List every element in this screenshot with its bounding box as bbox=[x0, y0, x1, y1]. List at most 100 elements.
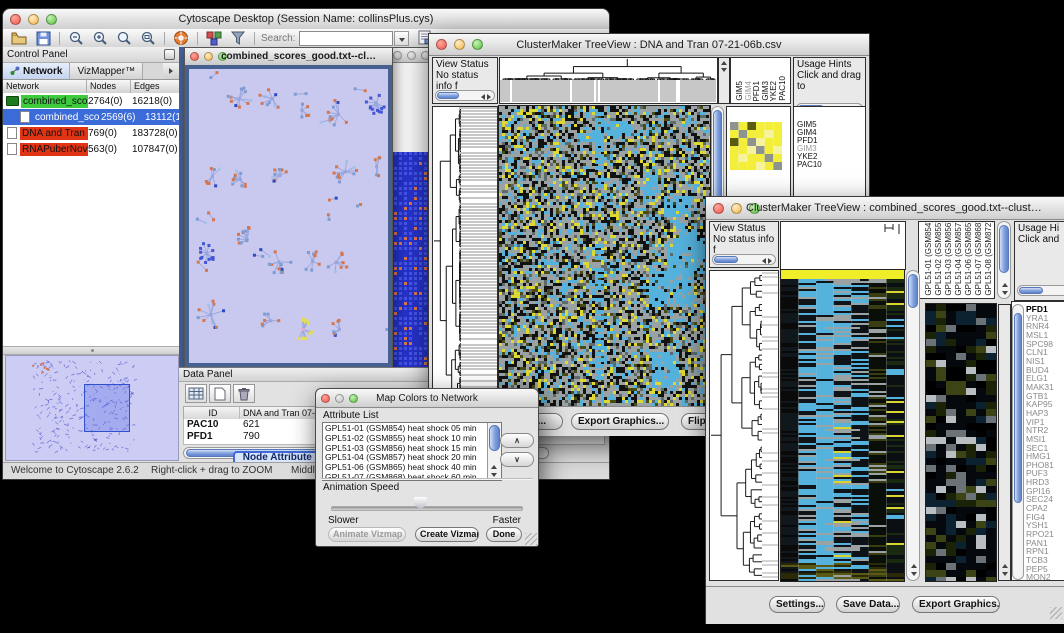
gene-list-scrollbar[interactable] bbox=[1012, 304, 1024, 580]
column-header-nodes[interactable]: Nodes bbox=[87, 80, 131, 93]
network-list-item[interactable]: combined_scores2764(0)16218(0) bbox=[3, 93, 179, 109]
tv1-correlation-matrix[interactable] bbox=[730, 122, 782, 170]
resize-grip[interactable] bbox=[1050, 607, 1062, 619]
move-down-button[interactable]: ∨ bbox=[500, 452, 534, 467]
save-icon[interactable] bbox=[32, 30, 54, 47]
close-icon[interactable] bbox=[190, 52, 199, 61]
network-table-header: Network Nodes Edges bbox=[3, 80, 179, 94]
panel-splitter[interactable] bbox=[3, 346, 179, 355]
new-doc-icon[interactable] bbox=[209, 384, 231, 403]
tv1-column-dendrogram[interactable] bbox=[500, 58, 717, 103]
main-window-title: Cytoscape Desktop (Session Name: collins… bbox=[43, 13, 569, 25]
overview-viewport-rect[interactable] bbox=[84, 384, 130, 432]
network-list-item[interactable]: DNA and Tran 07769(0)183728(0) bbox=[3, 125, 179, 141]
close-icon[interactable] bbox=[321, 394, 330, 403]
usage-hints-text: Click and drag to bbox=[797, 70, 862, 92]
animation-speed-label: Animation Speed bbox=[323, 482, 399, 493]
view-status-scrollbar[interactable] bbox=[712, 254, 776, 265]
tv2-column-labels-panel: GPL51-01 (GSM854)GPL51-02 (GSM855)GPL51-… bbox=[918, 221, 995, 299]
close-icon[interactable] bbox=[713, 203, 724, 214]
filter-icon[interactable] bbox=[227, 30, 249, 47]
close-icon[interactable] bbox=[10, 14, 21, 25]
main-titlebar[interactable]: Cytoscape Desktop (Session Name: collins… bbox=[3, 9, 609, 30]
move-up-button[interactable]: ∧ bbox=[500, 433, 534, 448]
tv2-column-dendrogram[interactable] bbox=[781, 222, 905, 269]
status-zoom-hint: Right-click + drag to ZOOM bbox=[151, 465, 272, 476]
edges-count: 107847(0) bbox=[132, 144, 179, 155]
table-icon[interactable] bbox=[185, 384, 207, 403]
column-label: PAC10 bbox=[777, 76, 788, 101]
tv1-title: ClusterMaker TreeView : DNA and Tran 07-… bbox=[469, 39, 829, 51]
export-graphics-button[interactable]: Export Graphics... bbox=[571, 413, 669, 430]
tv2-heatmap[interactable] bbox=[781, 270, 904, 581]
help-icon[interactable] bbox=[170, 30, 192, 47]
background-network-canvas[interactable] bbox=[389, 152, 433, 367]
create-vizmap-button[interactable]: Create Vizmap bbox=[415, 527, 479, 542]
tv2-titlebar[interactable]: ClusterMaker TreeView : combined_scores_… bbox=[706, 197, 1064, 220]
export-graphics-button[interactable]: Export Graphics... bbox=[912, 596, 1000, 613]
toolbar-separator bbox=[197, 32, 198, 45]
usage-hints-title: Usage Hi bbox=[1018, 223, 1064, 234]
network-canvas[interactable] bbox=[189, 69, 388, 363]
zoom-out-icon[interactable] bbox=[65, 30, 87, 47]
tv1-titlebar[interactable]: ClusterMaker TreeView : DNA and Tran 07-… bbox=[429, 34, 869, 56]
search-input[interactable] bbox=[299, 31, 393, 46]
search-dropdown-button[interactable] bbox=[394, 31, 409, 46]
tv2-row-dendrogram[interactable] bbox=[710, 271, 778, 580]
tv1-mini-scrollbar[interactable] bbox=[718, 57, 730, 104]
column-header-edges[interactable]: Edges bbox=[131, 80, 179, 93]
attribute-list-scrollbar[interactable] bbox=[487, 423, 501, 480]
network-list-item[interactable]: combined_sco2569(6)13112(15) bbox=[3, 109, 179, 125]
minimize-icon[interactable] bbox=[407, 51, 416, 60]
minimize-icon[interactable] bbox=[28, 14, 39, 25]
minimize-icon[interactable] bbox=[731, 203, 742, 214]
tv1-heatmap[interactable] bbox=[499, 106, 710, 406]
folder-icon bbox=[6, 96, 19, 106]
attribute-listbox: GPL51-01 (GSM854) heat shock 05 minGPL51… bbox=[322, 422, 502, 481]
usage-hints-scrollbar[interactable] bbox=[1017, 285, 1064, 296]
minimize-icon[interactable] bbox=[454, 39, 465, 50]
tv2-column-vscrollbar[interactable] bbox=[997, 221, 1011, 299]
close-icon[interactable] bbox=[436, 39, 447, 50]
tab-vizmapper[interactable]: VizMapper™ bbox=[70, 63, 143, 79]
close-icon[interactable] bbox=[393, 51, 402, 60]
network-name-cell: RNAPuberNov2+ bbox=[3, 143, 88, 156]
tv1-column-labels-panel: GIM5GIM4PFD1GIM3YKE2PAC10 bbox=[730, 57, 791, 104]
zoom-in-icon[interactable] bbox=[89, 30, 111, 47]
column-header-network[interactable]: Network bbox=[3, 80, 87, 93]
vizmapper-icon[interactable] bbox=[203, 30, 225, 47]
open-icon[interactable] bbox=[8, 30, 30, 47]
view-status-scrollbar[interactable] bbox=[435, 90, 495, 101]
minimize-icon[interactable] bbox=[335, 394, 344, 403]
tab-overflow-arrow[interactable] bbox=[163, 63, 179, 79]
save-data-button[interactable]: Save Data... bbox=[836, 596, 900, 613]
tv1-row-dendrogram[interactable] bbox=[433, 107, 497, 405]
dialog-titlebar[interactable]: Map Colors to Network bbox=[316, 389, 538, 408]
column-header-id[interactable]: ID bbox=[184, 407, 240, 419]
resize-grip[interactable] bbox=[525, 533, 537, 545]
tv2-heatmap-vscrollbar[interactable] bbox=[906, 270, 920, 581]
zoom-fit-icon[interactable] bbox=[113, 30, 135, 47]
row-label: PAC10 bbox=[797, 161, 822, 169]
tv2-row-dendrogram-panel bbox=[709, 270, 779, 581]
trash-icon[interactable] bbox=[233, 384, 255, 403]
tv1-matrix-panel bbox=[726, 106, 791, 209]
attribute-list-item[interactable]: GPL51-07 (GSM868) heat shock 60 min bbox=[323, 473, 488, 481]
animation-speed-slider-track[interactable] bbox=[331, 506, 523, 511]
animate-vizmap-button[interactable]: Animate Vizmap bbox=[328, 527, 406, 542]
faster-label: Faster bbox=[493, 515, 521, 526]
tv1-view-status-panel: View Status No status info f bbox=[432, 57, 498, 104]
minimize-icon[interactable] bbox=[204, 52, 213, 61]
doc-icon bbox=[7, 127, 17, 139]
tab-network[interactable]: Network bbox=[3, 63, 70, 79]
zoom-region-icon[interactable] bbox=[137, 30, 159, 47]
network-list-item[interactable]: RNAPuberNov2+563(0)107847(0) bbox=[3, 141, 179, 157]
edges-count: 16218(0) bbox=[132, 96, 179, 107]
float-panel-icon[interactable] bbox=[164, 49, 175, 60]
tv2-secondary-heatmap[interactable] bbox=[926, 304, 996, 581]
tv2-secondary-scroll-strip[interactable] bbox=[998, 304, 1011, 581]
network-window-titlebar[interactable]: combined_scores_good.txt--cluste... bbox=[185, 48, 392, 66]
done-button[interactable]: Done bbox=[486, 527, 522, 542]
network-canvas-frame bbox=[185, 65, 392, 368]
settings-button[interactable]: Settings... bbox=[769, 596, 825, 613]
